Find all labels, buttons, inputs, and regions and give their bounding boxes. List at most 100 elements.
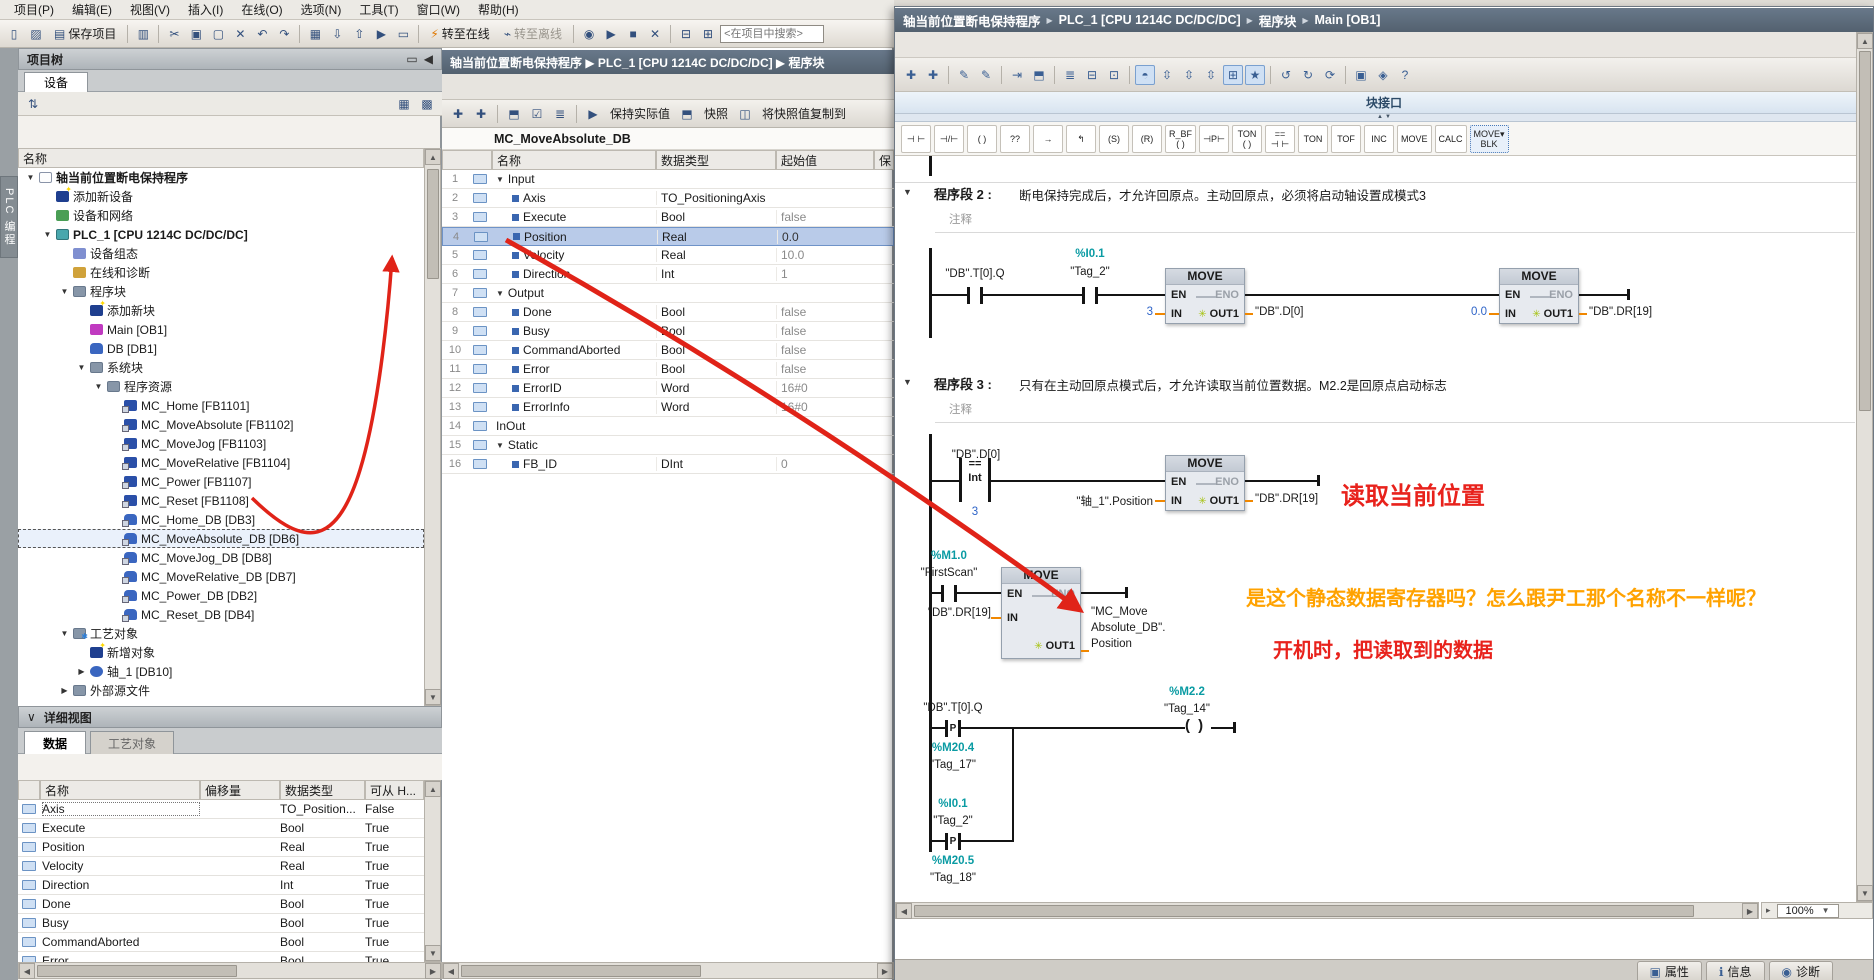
lad-hscrollbar[interactable]: ◀ ▶ <box>895 902 1759 919</box>
rewire-icon[interactable]: ✎ <box>976 65 996 85</box>
section-expand-icon[interactable]: ▼ <box>496 175 504 184</box>
db-row-Output[interactable]: 7▼Output <box>442 284 894 303</box>
net2-move1-box[interactable]: MOVE EN ENO IN ✳ OUT1 <box>1165 268 1245 324</box>
go-offline-button[interactable]: ⌁转至离线 <box>498 23 568 44</box>
zoom-dropdown-icon[interactable]: ▼ <box>1822 906 1830 915</box>
expand-networks-icon[interactable]: ≣ <box>1060 65 1080 85</box>
tree-item-工艺对象[interactable]: ▼工艺对象 <box>18 624 424 643</box>
tab-info[interactable]: ℹ信息 <box>1706 961 1765 980</box>
db-col-type[interactable]: 数据类型 <box>656 150 776 170</box>
db-row-Axis[interactable]: 2AxisTO_PositioningAxis <box>442 189 894 208</box>
favorites-toggle-icon[interactable]: ★ <box>1245 65 1265 85</box>
net2-move2-out-operand[interactable]: "DB".DR[19] <box>1589 306 1652 318</box>
fav-move-blk-box[interactable]: MOVE▾BLK <box>1470 125 1509 153</box>
menu-item-4[interactable]: 在线(O) <box>233 0 290 20</box>
fav-ton-box[interactable]: TON <box>1298 125 1328 153</box>
detail-scrollbar[interactable]: ▲ ▼ <box>424 780 441 962</box>
net3-title[interactable]: 程序段 3 : <box>934 374 992 393</box>
start-sim-icon[interactable]: ▶ <box>601 24 621 44</box>
detail-row-Position[interactable]: PositionRealTrue <box>18 838 424 857</box>
jump-back-icon[interactable]: ↺ <box>1276 65 1296 85</box>
tab-properties[interactable]: ▣属性 <box>1637 961 1702 980</box>
start-cpu-icon[interactable]: ▶ <box>371 24 391 44</box>
download-icon[interactable]: ⇩ <box>327 24 347 44</box>
net2-collapse-icon[interactable]: ▼ <box>903 187 912 197</box>
collapse-detail-icon[interactable]: ∨ <box>27 710 36 724</box>
detail-hscrollbar[interactable]: ◀ ▶ <box>18 962 442 979</box>
tree-item-MC_MoveAbsolute-FB1102-[interactable]: MC_MoveAbsolute [FB1102] <box>18 415 424 434</box>
menu-item-3[interactable]: 插入(I) <box>180 0 231 20</box>
display-format-icon[interactable]: ⊞ <box>1223 65 1243 85</box>
detail-col-type[interactable]: 数据类型 <box>280 780 365 800</box>
lad-breadcrumb-segment-2[interactable]: 程序块 <box>1259 11 1297 30</box>
tree-sort-icon[interactable]: ⇅ <box>23 94 43 114</box>
net3-move4-out-operand[interactable]: "MC_Move Absolute_DB". Position <box>1091 604 1165 652</box>
lad-breadcrumb-segment-3[interactable]: Main [OB1] <box>1314 13 1380 27</box>
jump-forward-icon[interactable]: ↻ <box>1298 65 1318 85</box>
section-expand-icon[interactable]: ▼ <box>496 289 504 298</box>
net3-firstscan-operand[interactable]: "FirstScan" <box>895 567 1009 579</box>
free-form-comments-icon[interactable]: ⇳ <box>1179 65 1199 85</box>
tree-item-MC_MoveJog-FB1103-[interactable]: MC_MoveJog [FB1103] <box>18 434 424 453</box>
tree-item-MC_MoveRelative-FB1104-[interactable]: MC_MoveRelative [FB1104] <box>18 453 424 472</box>
goto-icon[interactable]: ⇥ <box>1007 65 1027 85</box>
modify-icon[interactable]: ◈ <box>1373 65 1393 85</box>
net2-move2-box[interactable]: MOVE EN ENO IN ✳ OUT1 <box>1499 268 1579 324</box>
tree-item-MC_Reset_DB-DB4-[interactable]: MC_Reset_DB [DB4] <box>18 605 424 624</box>
tree-item-程序块[interactable]: ▼程序块 <box>18 282 424 301</box>
interface-splitter-down-icon[interactable]: ▼ <box>1385 114 1391 121</box>
net3-description[interactable]: 只有在主动回原点模式后，才允许读取当前位置数据。M2.2是回原点启动标志 <box>1019 375 1447 394</box>
rename-icon[interactable]: ✎ <box>954 65 974 85</box>
delete-network-icon[interactable]: ✚ <box>923 65 943 85</box>
net3-rung3-contact2-operand[interactable]: "Tag_2" <box>895 815 1013 827</box>
net3-move3-out-operand[interactable]: "DB".DR[19] <box>1255 493 1318 505</box>
menu-item-7[interactable]: 窗口(W) <box>409 0 468 20</box>
section-expand-icon[interactable]: ▼ <box>496 441 504 450</box>
net2-contact1-operand[interactable]: "DB".T[0].Q <box>915 268 1035 280</box>
db-row-Busy[interactable]: 9BusyBoolfalse <box>442 322 894 341</box>
save-project-button[interactable]: ▤保存项目 <box>48 23 122 44</box>
search-input[interactable] <box>720 25 824 43</box>
redo-icon[interactable]: ↷ <box>274 24 294 44</box>
fav-close-branch[interactable]: ↰ <box>1066 125 1096 153</box>
tree-item-MC_MoveRelative_DB-DB7-[interactable]: MC_MoveRelative_DB [DB7] <box>18 567 424 586</box>
tree-item-MC_Reset-FB1108-[interactable]: MC_Reset [FB1108] <box>18 491 424 510</box>
tree-scrollbar[interactable]: ▲ ▼ <box>424 148 441 706</box>
snapshot-button[interactable]: 快照 <box>704 105 728 122</box>
fav-reset-coil[interactable]: (R) <box>1132 125 1162 153</box>
compile-icon[interactable]: ▦ <box>305 24 325 44</box>
tree-expander-icon[interactable]: ▼ <box>43 230 52 239</box>
net3-rung3-p-contact1[interactable]: P <box>945 720 961 737</box>
zoom-expand-icon[interactable]: ▸ <box>1766 905 1771 916</box>
db-col-name[interactable]: 名称 <box>492 150 656 170</box>
expand-members-icon[interactable]: ≣ <box>550 104 570 124</box>
tab-diagnostics[interactable]: ◉诊断 <box>1769 961 1834 980</box>
block-interface-bar[interactable]: 块接口 <box>895 92 1873 114</box>
tree-item-MC_Power-FB1107-[interactable]: MC_Power [FB1107] <box>18 472 424 491</box>
detail-row-Direction[interactable]: DirectionIntTrue <box>18 876 424 895</box>
tree-expander-icon[interactable]: ▶ <box>77 667 86 676</box>
tree-expander-icon[interactable]: ▼ <box>60 629 69 638</box>
db-row-InOut[interactable]: 14InOut <box>442 417 894 436</box>
tree-item-添加新设备[interactable]: 添加新设备 <box>18 187 424 206</box>
net2-contact2-operand[interactable]: "Tag_2" <box>1030 266 1150 278</box>
net3-coil-operand[interactable]: "Tag_14" <box>1127 703 1247 715</box>
net3-edge-mem2-operand[interactable]: "Tag_18" <box>895 872 1013 884</box>
tree-item-系统块[interactable]: ▼系统块 <box>18 358 424 377</box>
tree-expander-icon[interactable]: ▼ <box>26 173 35 182</box>
tree-expander-icon[interactable]: ▼ <box>94 382 103 391</box>
collapse-networks-icon[interactable]: ⊟ <box>1082 65 1102 85</box>
fav-p-contact[interactable]: ⊣P⊢ <box>1199 125 1229 153</box>
tree-item-程序资源[interactable]: ▼程序资源 <box>18 377 424 396</box>
interface-splitter-up-icon[interactable]: ▲ <box>1377 114 1383 121</box>
detail-row-Execute[interactable]: ExecuteBoolTrue <box>18 819 424 838</box>
detail-row-Axis[interactable]: AxisTO_Position...False <box>18 800 424 819</box>
keep-values-icon[interactable]: ⬒ <box>1029 65 1049 85</box>
keep-actual-values-button[interactable]: 保持实际值 <box>610 105 670 122</box>
db-lock-icon[interactable]: ⬒ <box>677 104 697 124</box>
db-row-Velocity[interactable]: 5VelocityReal10.0 <box>442 246 894 265</box>
tree-expander-icon[interactable]: ▶ <box>60 686 69 695</box>
tree-item-设备和网络[interactable]: 设备和网络 <box>18 206 424 225</box>
update-blockcalls-icon[interactable]: ⇳ <box>1201 65 1221 85</box>
fav-move-box[interactable]: MOVE <box>1397 125 1432 153</box>
